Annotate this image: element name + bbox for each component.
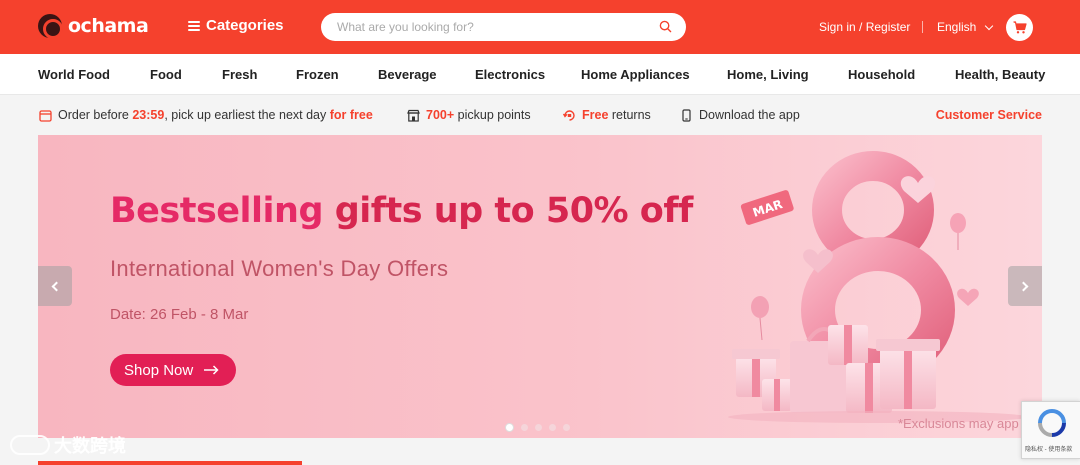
menu-icon: [188, 20, 200, 31]
banner-subtitle: International Women's Day Offers: [110, 256, 449, 281]
logo-text: ochama: [68, 15, 149, 37]
download-app-label: Download the app: [699, 108, 800, 122]
cart-button[interactable]: [1006, 14, 1033, 41]
nav-item-electronics[interactable]: Electronics: [475, 67, 545, 82]
watermark-text: 大数跨境: [54, 436, 126, 456]
watermark-logo-icon: [10, 435, 50, 455]
nav-item-fresh[interactable]: Fresh: [222, 67, 257, 82]
nav-item-frozen[interactable]: Frozen: [296, 67, 339, 82]
download-app-link[interactable]: Download the app: [680, 108, 800, 122]
categories-button[interactable]: Categories: [188, 17, 284, 34]
categories-label: Categories: [206, 17, 284, 34]
watermark: 大数跨境: [10, 432, 126, 458]
nav-item-home-living[interactable]: Home, Living: [727, 67, 809, 82]
banner-title-rest: gifts up to 50% off: [334, 191, 694, 231]
store-icon: [407, 109, 420, 122]
womens-day-illustration: MAR: [728, 151, 1028, 423]
free-returns-info: Free returns: [563, 108, 651, 122]
order-deadline-time: 23:59: [132, 108, 165, 122]
arrow-right-icon: [204, 365, 219, 375]
pickup-points-info: 700+ pickup points: [407, 108, 531, 122]
pickup-text: pickup points: [457, 108, 531, 122]
banner-title-highlight: Bestselling: [110, 191, 324, 231]
order-before-text: Order before: [58, 108, 129, 122]
chevron-right-icon: [1018, 281, 1029, 291]
nav-item-home-appliances[interactable]: Home Appliances: [581, 67, 690, 82]
returns-free-text: Free: [582, 108, 609, 122]
banner-title: Bestselling gifts up to 50% off: [110, 191, 693, 231]
shop-now-button[interactable]: Shop Now: [110, 354, 236, 386]
calendar-icon: [39, 109, 52, 122]
order-pickup-text: , pick up earliest the next day: [164, 108, 327, 122]
returns-text: returns: [611, 108, 651, 122]
search-input[interactable]: [337, 19, 647, 35]
slide-dot-2[interactable]: [521, 424, 528, 431]
banner-prev-button[interactable]: [38, 266, 72, 306]
returns-icon: [563, 109, 575, 121]
logo-icon: [38, 14, 63, 39]
nav-item-health-beauty[interactable]: Health, Beauty: [955, 67, 1045, 82]
chevron-down-icon: [985, 21, 994, 30]
phone-icon: [682, 108, 691, 122]
service-info-bar: Order before 23:59, pick up earliest the…: [0, 95, 1080, 135]
exclusions-note: *Exclusions may app: [898, 416, 1019, 431]
order-deadline-info: Order before 23:59, pick up earliest the…: [39, 108, 373, 122]
chevron-left-icon: [51, 281, 62, 291]
banner-pagination: [505, 423, 570, 432]
category-nav: World Food Food Fresh Frozen Beverage El…: [0, 54, 1080, 95]
slide-dot-5[interactable]: [563, 424, 570, 431]
shop-now-label: Shop Now: [124, 361, 194, 379]
ochama-logo[interactable]: ochama: [38, 14, 149, 39]
language-selector[interactable]: English: [937, 20, 994, 34]
recaptcha-terms[interactable]: 隐私权 - 使用条款: [1025, 444, 1072, 453]
slide-dot-3[interactable]: [535, 424, 542, 431]
slide-dot-1[interactable]: [505, 423, 514, 432]
signin-register-link[interactable]: Sign in / Register: [819, 20, 910, 34]
header-divider: [922, 21, 923, 33]
slide-dot-4[interactable]: [549, 424, 556, 431]
language-label: English: [937, 20, 977, 34]
banner-date: Date: 26 Feb - 8 Mar: [110, 306, 249, 323]
promo-banner[interactable]: Bestselling gifts up to 50% off Internat…: [38, 135, 1042, 438]
pickup-count: 700+: [426, 108, 455, 122]
nav-item-food[interactable]: Food: [150, 67, 182, 82]
recaptcha-icon: [1038, 409, 1066, 437]
search-bar: [321, 13, 686, 41]
section-accent-strip: [38, 461, 302, 465]
search-icon[interactable]: [659, 20, 672, 33]
banner-next-button[interactable]: [1008, 266, 1042, 306]
customer-service-link[interactable]: Customer Service: [936, 108, 1042, 122]
order-free-text: for free: [329, 108, 373, 122]
nav-item-world-food[interactable]: World Food: [38, 67, 110, 82]
recaptcha-badge[interactable]: 隐私权 - 使用条款: [1021, 401, 1080, 459]
cart-icon: [1013, 21, 1027, 34]
nav-item-household[interactable]: Household: [848, 67, 915, 82]
top-header: ochama Categories Sign in / Register Eng…: [0, 0, 1080, 54]
nav-item-beverage[interactable]: Beverage: [378, 67, 437, 82]
